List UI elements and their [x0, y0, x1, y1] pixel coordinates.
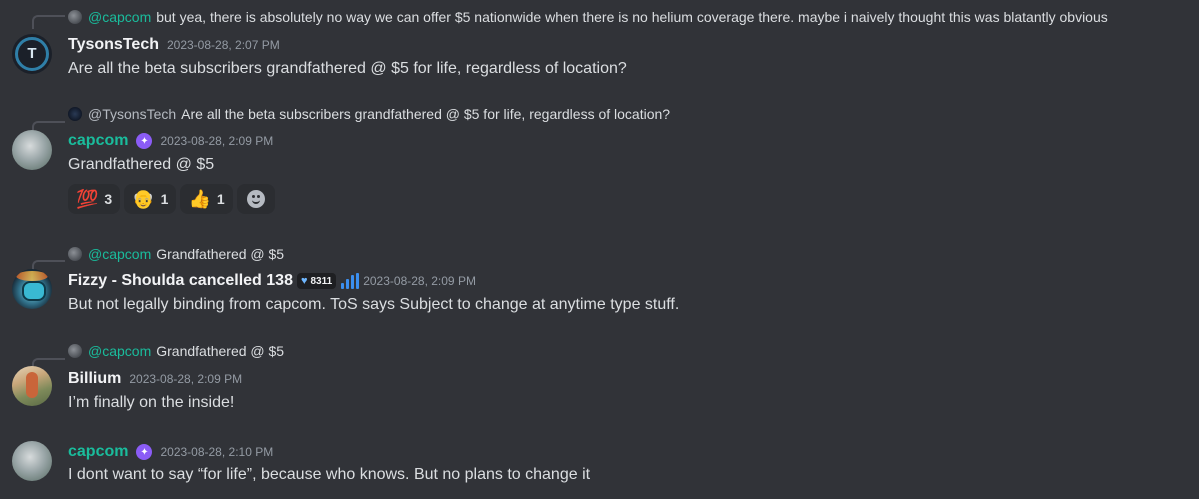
reply-spine [32, 15, 65, 29]
message-header: Billium 2023-08-28, 2:09 PM [68, 368, 242, 390]
chat-messages: @capcom but yea, there is absolutely no … [0, 0, 1199, 499]
reply-mention[interactable]: @capcom [88, 343, 151, 359]
reply-preview[interactable]: @capcom Grandfathered @ $5 [68, 245, 284, 263]
message-content: Are all the beta subscribers grandfather… [68, 60, 627, 77]
reply-mention[interactable]: @TysonsTech [88, 106, 176, 122]
timestamp: 2023-08-28, 2:09 PM [363, 274, 476, 288]
reply-text[interactable]: Grandfathered @ $5 [156, 246, 284, 262]
timestamp: 2023-08-28, 2:10 PM [160, 445, 274, 459]
reaction-old-man[interactable]: 👴 1 [124, 184, 177, 214]
reply-preview[interactable]: @capcom but yea, there is absolutely no … [68, 8, 1108, 26]
message-content: I’m finally on the inside! [68, 394, 235, 411]
reaction-count: 1 [160, 191, 169, 207]
old-man-icon: 👴 [132, 189, 155, 209]
reply-text[interactable]: but yea, there is absolutely no way we c… [156, 9, 1108, 25]
message-header: Fizzy - Shoulda cancelled 138 ♥ 8311 202… [68, 270, 476, 292]
message-header: capcom ✦ 2023-08-28, 2:10 PM [68, 441, 273, 463]
message-header: capcom ✦ 2023-08-28, 2:09 PM [68, 130, 273, 152]
reply-preview[interactable]: @TysonsTech Are all the beta subscribers… [68, 105, 670, 123]
username[interactable]: TysonsTech [68, 36, 159, 54]
reply-avatar [68, 10, 82, 24]
message-header: TysonsTech 2023-08-28, 2:07 PM [68, 34, 280, 56]
heart-icon: ♥ [300, 275, 308, 287]
add-reaction-icon [246, 190, 265, 208]
avatar[interactable] [12, 366, 52, 406]
message-content: But not legally binding from capcom. ToS… [68, 296, 680, 313]
reply-preview[interactable]: @capcom Grandfathered @ $5 [68, 342, 284, 360]
reply-text[interactable]: Grandfathered @ $5 [156, 343, 284, 359]
reply-text[interactable]: Are all the beta subscribers grandfather… [181, 106, 670, 122]
username[interactable]: capcom [68, 132, 128, 150]
avatar[interactable] [12, 441, 52, 481]
avatar[interactable] [12, 269, 52, 309]
thumbs-up-icon: 👍 [188, 189, 211, 209]
signal-bars-icon [341, 273, 360, 289]
timestamp: 2023-08-28, 2:09 PM [160, 134, 274, 148]
timestamp: 2023-08-28, 2:07 PM [166, 38, 280, 52]
avatar[interactable] [12, 130, 52, 170]
avatar[interactable]: T [12, 34, 52, 74]
message-content: I dont want to say “for life”, because w… [68, 466, 591, 483]
reply-avatar [68, 107, 82, 121]
reply-avatar [68, 344, 82, 358]
add-reaction-button[interactable] [236, 184, 275, 214]
reply-avatar [68, 247, 82, 261]
reply-mention[interactable]: @capcom [88, 246, 151, 262]
reaction-count: 3 [104, 191, 113, 207]
nitro-badge-icon[interactable]: ✦ [136, 133, 153, 149]
role-tag[interactable]: ♥ 8311 [296, 273, 337, 289]
username[interactable]: capcom [68, 443, 128, 461]
timestamp: 2023-08-28, 2:09 PM [129, 372, 243, 386]
username[interactable]: Billium [68, 370, 121, 388]
reaction-hundred[interactable]: 💯 3 [68, 184, 121, 214]
role-tag-label: 8311 [310, 275, 333, 287]
reactions-bar: 💯 3 👴 1 👍 1 [68, 184, 275, 214]
reaction-count: 1 [216, 191, 225, 207]
hundred-points-icon: 💯 [76, 189, 99, 209]
nitro-badge-icon[interactable]: ✦ [136, 444, 153, 460]
reply-mention[interactable]: @capcom [88, 9, 151, 25]
message-content: Grandfathered @ $5 [68, 156, 215, 173]
reaction-thumbs-up[interactable]: 👍 1 [180, 184, 233, 214]
username[interactable]: Fizzy - Shoulda cancelled 138 [68, 272, 293, 290]
